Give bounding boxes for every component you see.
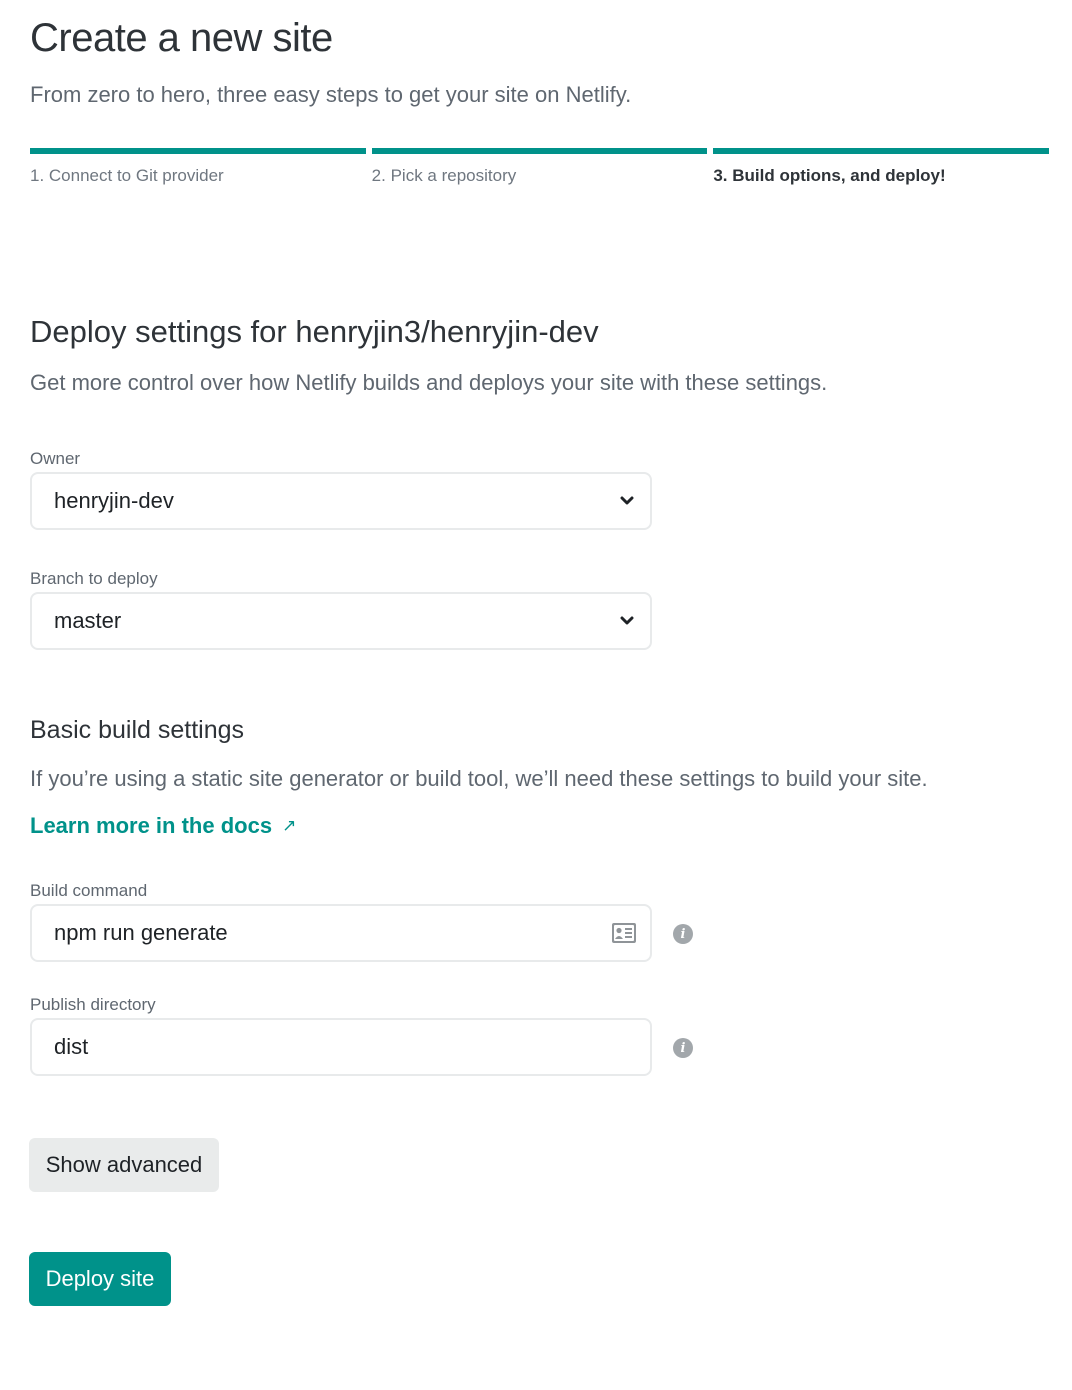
- publish-directory-label: Publish directory: [30, 995, 156, 1014]
- deploy-site-button[interactable]: Deploy site: [29, 1252, 171, 1306]
- build-command-label: Build command: [30, 881, 148, 900]
- chevron-down-icon: [620, 494, 634, 508]
- step-progress-bar: [371, 148, 708, 154]
- step-label: 3. Build options, and deploy!: [713, 166, 946, 185]
- owner-select-value: henryjin-dev: [54, 488, 174, 513]
- deploy-settings-title: Deploy settings for henryjin3/henryjin-d…: [30, 314, 599, 349]
- page-title: Create a new site: [30, 16, 333, 60]
- build-command-input[interactable]: npm run generate: [30, 904, 652, 962]
- build-command-value: npm run generate: [54, 920, 228, 945]
- owner-select[interactable]: henryjin-dev: [30, 472, 652, 530]
- step-pick-repository: 2. Pick a repository: [371, 148, 708, 186]
- branch-label: Branch to deploy: [30, 569, 158, 588]
- step-connect-git: 1. Connect to Git provider: [30, 148, 366, 186]
- branch-select[interactable]: master: [30, 592, 652, 650]
- publish-directory-info-icon[interactable]: i: [673, 1038, 693, 1058]
- progress-steps: 1. Connect to Git provider 2. Pick a rep…: [30, 148, 1050, 186]
- learn-more-docs-link[interactable]: Learn more in the docs ↗: [30, 813, 296, 839]
- docs-link-label: Learn more in the docs: [30, 813, 273, 838]
- publish-directory-value: dist: [54, 1034, 89, 1059]
- build-command-info-icon[interactable]: i: [673, 924, 693, 944]
- step-label: 2. Pick a repository: [371, 166, 517, 185]
- step-label: 1. Connect to Git provider: [30, 166, 224, 185]
- show-advanced-button[interactable]: Show advanced: [29, 1138, 219, 1192]
- deploy-settings-description: Get more control over how Netlify builds…: [30, 370, 828, 395]
- step-build-deploy: 3. Build options, and deploy!: [713, 148, 1050, 186]
- step-progress-bar: [30, 148, 366, 154]
- external-link-icon: ↗: [282, 816, 297, 835]
- contact-card-icon: [612, 923, 636, 943]
- page-subtitle: From zero to hero, three easy steps to g…: [30, 82, 632, 107]
- step-progress-bar: [713, 148, 1050, 154]
- publish-directory-input[interactable]: dist: [30, 1018, 652, 1076]
- build-settings-title: Basic build settings: [30, 716, 245, 744]
- owner-label: Owner: [30, 449, 81, 468]
- build-settings-description: If you’re using a static site generator …: [30, 766, 928, 791]
- branch-select-value: master: [54, 608, 122, 633]
- chevron-down-icon: [620, 614, 634, 628]
